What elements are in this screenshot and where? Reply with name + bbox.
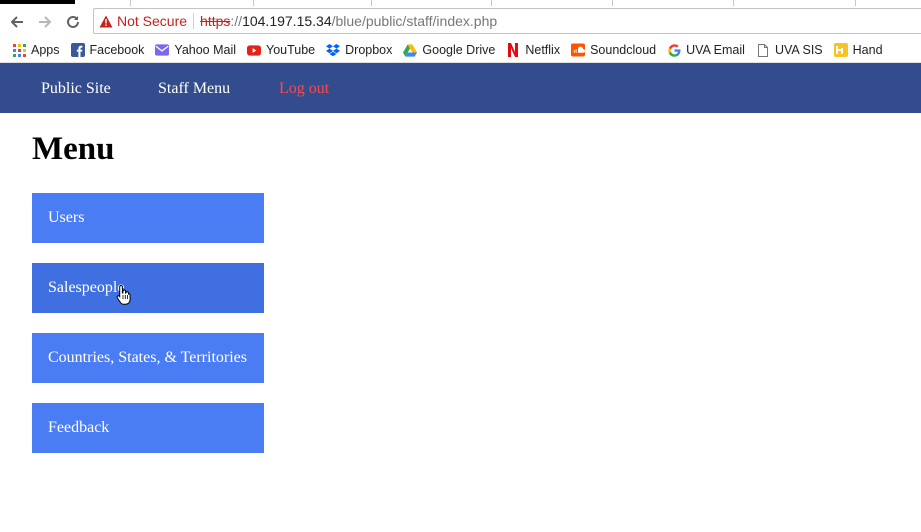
bookmarks-bar: Apps Facebook Yahoo Mail YouTube Dropbox…	[0, 38, 921, 63]
bookmark-label: Soundcloud	[590, 43, 657, 57]
yahoo-mail-icon	[155, 43, 170, 57]
menu-item-salespeople[interactable]: Salespeople	[32, 263, 264, 313]
reload-icon	[67, 15, 79, 28]
bookmark-label: YouTube	[266, 43, 316, 57]
reload-button[interactable]	[61, 10, 85, 34]
active-tab-edge	[0, 0, 75, 4]
bookmark-apps[interactable]: Apps	[12, 43, 60, 57]
bookmark-label: UVA Email	[686, 43, 745, 57]
forward-arrow-icon	[39, 16, 52, 28]
url-scheme: https	[200, 13, 231, 29]
forward-button[interactable]	[33, 10, 57, 34]
google-drive-icon	[403, 43, 418, 57]
bookmark-label: Google Drive	[422, 43, 496, 57]
menu-item-label: Salespeople	[48, 279, 125, 296]
dropbox-icon	[326, 43, 341, 57]
page-icon	[756, 43, 770, 57]
url-text[interactable]: https://104.197.15.34/blue/public/staff/…	[194, 13, 497, 29]
bookmark-youtube[interactable]: YouTube	[247, 43, 315, 57]
security-label: Not Secure	[117, 13, 188, 29]
bookmark-soundcloud[interactable]: Soundcloud	[571, 43, 656, 57]
bookmark-uva-email[interactable]: UVA Email	[667, 43, 745, 57]
bookmark-google-drive[interactable]: Google Drive	[403, 43, 495, 57]
netflix-icon	[506, 43, 520, 57]
bookmark-yahoo-mail[interactable]: Yahoo Mail	[155, 43, 236, 57]
bookmark-hand[interactable]: Hand	[833, 43, 883, 57]
warning-triangle-icon	[99, 15, 113, 27]
nav-public-site[interactable]: Public Site	[41, 80, 111, 98]
apps-grid-icon	[12, 43, 26, 57]
soundcloud-icon	[571, 43, 586, 57]
bookmark-netflix[interactable]: Netflix	[506, 43, 560, 57]
url-path: /blue/public/staff/index.php	[331, 13, 498, 29]
bookmark-dropbox[interactable]: Dropbox	[326, 43, 392, 57]
menu-item-label: Feedback	[48, 419, 110, 436]
bookmark-label: Facebook	[89, 43, 145, 57]
youtube-icon	[247, 43, 262, 57]
menu-item-users[interactable]: Users	[32, 193, 264, 243]
menu-item-label: Users	[48, 209, 85, 226]
bookmark-label: UVA SIS	[774, 43, 823, 57]
bookmark-label: Apps	[31, 43, 60, 57]
menu-item-countries-states-territories[interactable]: Countries, States, & Territories	[32, 333, 264, 383]
back-button[interactable]	[5, 10, 29, 34]
site-navbar: Public Site Staff Menu Log out	[0, 63, 921, 113]
url-host: 104.197.15.34	[242, 13, 332, 29]
security-indicator[interactable]: Not Secure	[94, 13, 195, 29]
nav-staff-menu[interactable]: Staff Menu	[158, 80, 230, 98]
bookmark-uva-sis[interactable]: UVA SIS	[756, 43, 823, 57]
menu-item-label: Countries, States, & Territories	[48, 349, 247, 366]
browser-toolbar: Not Secure https://104.197.15.34/blue/pu…	[0, 6, 921, 38]
google-g-icon	[667, 43, 681, 57]
bookmark-label: Dropbox	[345, 43, 393, 57]
page-title: Menu	[32, 131, 115, 167]
bookmark-label: Hand	[852, 43, 883, 57]
nav-log-out[interactable]: Log out	[279, 80, 329, 98]
back-arrow-icon	[10, 16, 23, 28]
menu-item-feedback[interactable]: Feedback	[32, 403, 264, 453]
bookmark-label: Netflix	[525, 43, 561, 57]
bookmark-facebook[interactable]: Facebook	[70, 43, 145, 57]
address-bar[interactable]: Not Secure https://104.197.15.34/blue/pu…	[93, 8, 921, 34]
bookmark-label: Yahoo Mail	[174, 43, 237, 57]
facebook-icon	[70, 43, 85, 57]
url-separator: ://	[230, 13, 243, 29]
handshake-icon	[833, 43, 848, 57]
